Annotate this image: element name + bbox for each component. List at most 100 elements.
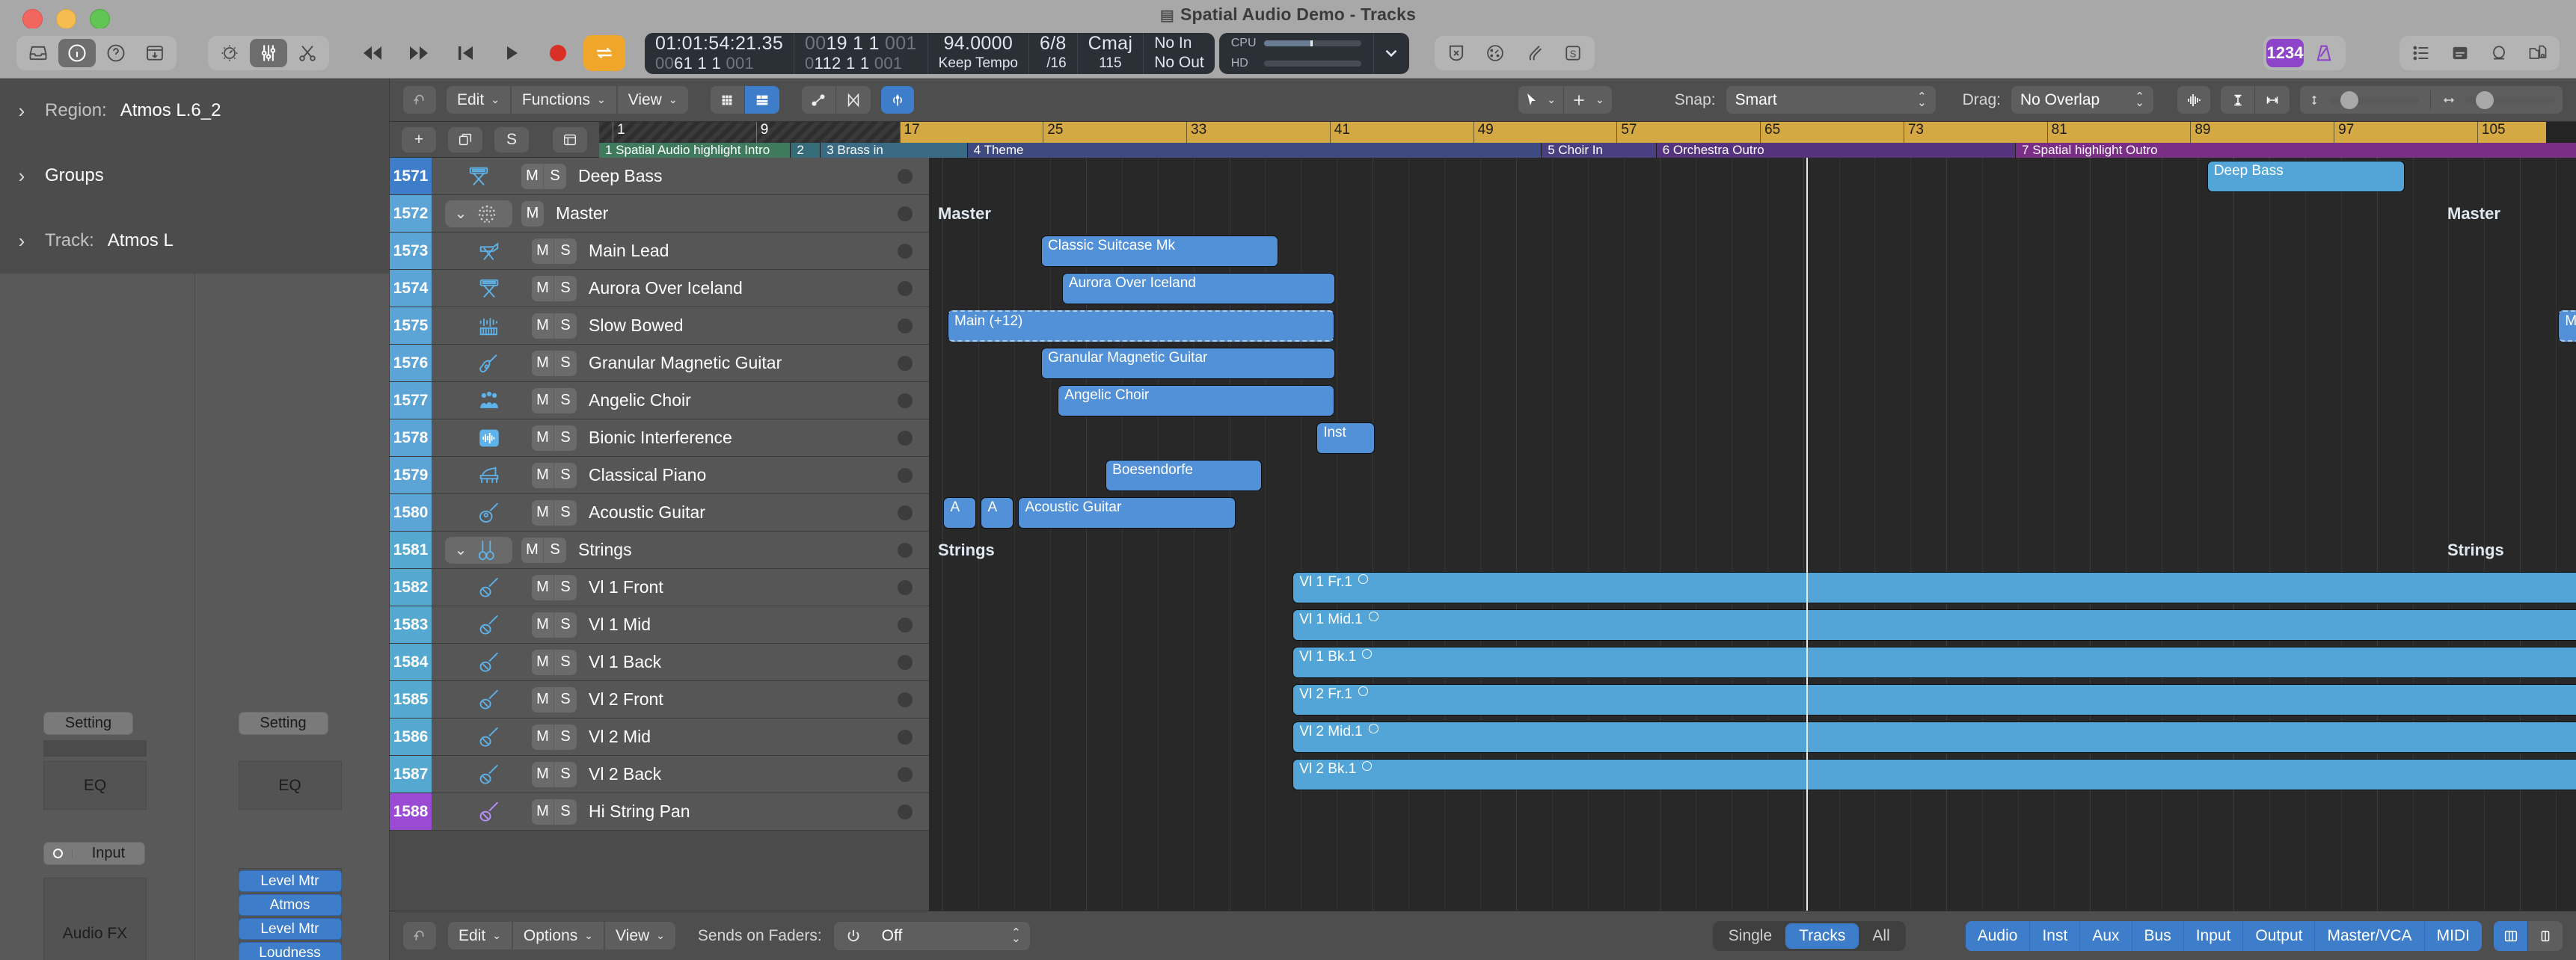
record-enable-button[interactable] bbox=[898, 542, 913, 558]
track-name[interactable]: Slow Bowed bbox=[589, 316, 684, 336]
solo-button[interactable]: S bbox=[554, 499, 577, 526]
plugin-slot-atmos[interactable]: Atmos bbox=[238, 894, 342, 916]
vertical-zoom-track[interactable] bbox=[2330, 90, 2420, 109]
solo-button[interactable]: S bbox=[554, 387, 577, 413]
record-enable-button[interactable] bbox=[898, 692, 913, 707]
marker[interactable]: 2 bbox=[791, 143, 821, 158]
record-enable-button[interactable] bbox=[898, 467, 913, 483]
track-number[interactable]: 1582 bbox=[390, 569, 432, 606]
up-arrow-button[interactable] bbox=[403, 86, 436, 114]
track-name[interactable]: Vl 2 Back bbox=[589, 764, 661, 784]
record-enable-button[interactable] bbox=[898, 168, 913, 184]
track-header-row[interactable]: 1584 M S Vl 1 Back bbox=[390, 644, 929, 681]
solo-button[interactable]: S bbox=[544, 537, 566, 563]
track-number[interactable]: 1581 bbox=[390, 532, 432, 568]
input-power-icon[interactable] bbox=[44, 849, 73, 858]
record-enable-button[interactable] bbox=[898, 318, 913, 333]
solo-button[interactable]: S bbox=[554, 238, 577, 264]
track-number[interactable]: 1577 bbox=[390, 382, 432, 419]
pointer-tool-icon[interactable]: ⌄ bbox=[1518, 86, 1565, 114]
flex-icon[interactable] bbox=[836, 86, 871, 114]
track-header-row[interactable]: 1587 M S Vl 2 Back bbox=[390, 756, 929, 793]
solo-button[interactable]: S bbox=[554, 574, 577, 600]
track-number[interactable]: 1572 bbox=[390, 195, 432, 232]
bottom-options-menu[interactable]: Options ⌄ bbox=[512, 922, 604, 950]
strip-slot-blank[interactable] bbox=[43, 740, 147, 757]
track-name[interactable]: Strings bbox=[578, 540, 632, 560]
vertical-zoom-slider[interactable] bbox=[2307, 90, 2420, 109]
functions-menu[interactable]: Functions ⌄ bbox=[511, 86, 616, 114]
region[interactable]: Vl 1 Mid.1 bbox=[1292, 609, 2576, 641]
loops-icon[interactable] bbox=[2480, 39, 2518, 67]
play-button[interactable] bbox=[491, 35, 533, 71]
up-arrow-button[interactable] bbox=[403, 922, 436, 950]
scope-all[interactable]: All bbox=[1859, 923, 1903, 949]
marker[interactable]: 7 Spatial highlight Outro bbox=[2016, 143, 2576, 158]
solo-button[interactable]: S bbox=[554, 313, 577, 339]
track-header-row[interactable]: 1575 M S Slow Bowed bbox=[390, 307, 929, 345]
audio-fx-slot[interactable]: Audio FX bbox=[43, 878, 147, 960]
region[interactable]: Angelic Choir bbox=[1058, 385, 1334, 416]
region[interactable]: Boesendorfe bbox=[1105, 460, 1262, 491]
ruler-cycle-region[interactable] bbox=[899, 122, 2546, 143]
eq-display[interactable]: EQ bbox=[238, 761, 342, 810]
filter-midi[interactable]: MIDI bbox=[2424, 920, 2482, 951]
region[interactable]: A bbox=[943, 497, 976, 529]
browsers-icon[interactable] bbox=[2519, 39, 2557, 67]
record-enable-button[interactable] bbox=[898, 766, 913, 782]
lcd-key[interactable]: Cmaj 115 bbox=[1078, 32, 1144, 74]
region[interactable]: Classic Suitcase Mk bbox=[1041, 236, 1278, 267]
mute-button[interactable]: M bbox=[532, 387, 554, 413]
track-name[interactable]: Bionic Interference bbox=[589, 428, 732, 448]
mute-button[interactable]: M bbox=[532, 275, 554, 301]
track-name[interactable]: Vl 1 Mid bbox=[589, 615, 651, 635]
region[interactable]: Aurora Over Iceland bbox=[1061, 273, 1336, 304]
automation-icon[interactable] bbox=[802, 86, 836, 114]
solo-button[interactable]: S bbox=[554, 350, 577, 376]
setting-button[interactable]: Setting bbox=[43, 712, 133, 735]
track-name[interactable]: Master bbox=[556, 203, 608, 224]
input-slot[interactable]: Input bbox=[43, 842, 145, 865]
track-number[interactable]: 1580 bbox=[390, 494, 432, 531]
clear-icon[interactable] bbox=[1438, 39, 1475, 67]
region[interactable]: Main (+12) bbox=[2558, 310, 2576, 342]
horizontal-zoom-slider[interactable] bbox=[2441, 90, 2555, 109]
solo-button[interactable]: S bbox=[554, 462, 577, 488]
solo-button[interactable]: S bbox=[554, 425, 577, 451]
lcd-midi-io[interactable]: No In No Out bbox=[1144, 33, 1215, 74]
mute-button[interactable]: M bbox=[532, 313, 554, 339]
mute-button[interactable]: M bbox=[532, 350, 554, 376]
record-enable-button[interactable] bbox=[898, 505, 913, 520]
track-number[interactable]: 1585 bbox=[390, 681, 432, 718]
plugin-slot-level-mtr-1[interactable]: Level Mtr bbox=[238, 870, 342, 892]
chevron-down-icon[interactable]: ⌄ bbox=[455, 543, 467, 558]
record-enable-button[interactable] bbox=[898, 617, 913, 633]
track-name[interactable]: Vl 1 Front bbox=[589, 577, 663, 597]
region[interactable]: Vl 2 Fr.1 bbox=[1292, 684, 2576, 716]
ruler[interactable]: 191725334149576573818997105113 1 Spatial… bbox=[599, 122, 2576, 158]
snap-dropdown[interactable]: Smart ⌃ ⌄ bbox=[1726, 86, 1936, 114]
track-header-row[interactable]: 1572 ⌄ M Master bbox=[390, 195, 929, 233]
chevron-right-icon[interactable]: › bbox=[12, 164, 31, 188]
cycle-button[interactable] bbox=[583, 35, 625, 71]
track-name[interactable]: Main Lead bbox=[589, 241, 669, 261]
track-number[interactable]: 1573 bbox=[390, 233, 432, 269]
playhead[interactable] bbox=[1806, 158, 1808, 911]
mute-button[interactable]: M bbox=[532, 612, 554, 638]
view-menu[interactable]: View ⌄ bbox=[617, 86, 688, 114]
mute-button[interactable]: M bbox=[532, 238, 554, 264]
track-canvas[interactable]: Deep BassClassic Suitcase MkClassic Suit… bbox=[929, 158, 2576, 911]
region[interactable]: Inst bbox=[1316, 422, 1375, 454]
region[interactable]: A bbox=[981, 497, 1013, 529]
toolbar-icon[interactable] bbox=[136, 39, 174, 67]
track-header-row[interactable]: 1583 M S Vl 1 Mid bbox=[390, 606, 929, 644]
inspector-row-track[interactable]: › Track: Atmos L bbox=[0, 209, 389, 274]
mute-button[interactable]: M bbox=[532, 724, 554, 750]
marker[interactable]: 3 Brass in bbox=[821, 143, 968, 158]
record-enable-button[interactable] bbox=[898, 206, 913, 221]
track-number[interactable]: 1588 bbox=[390, 793, 432, 830]
zoom-button[interactable] bbox=[90, 9, 110, 29]
edit-menu[interactable]: Edit ⌄ bbox=[447, 86, 510, 114]
chevron-down-icon[interactable] bbox=[1373, 32, 1409, 74]
sends-on-faders-dropdown[interactable]: Off ⌃ ⌄ bbox=[873, 922, 1030, 950]
